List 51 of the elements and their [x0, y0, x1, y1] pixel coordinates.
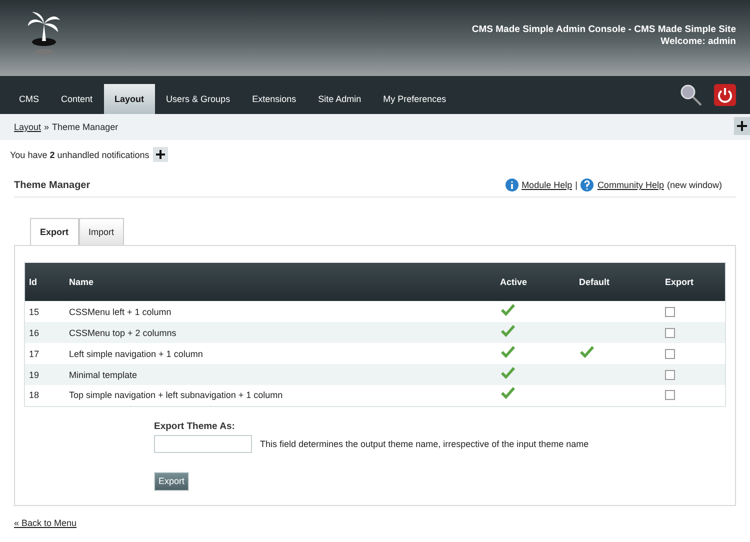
breadcrumb-separator: »	[44, 122, 50, 132]
console-title: CMS Made Simple Admin Console - CMS Made Simple Site	[472, 24, 736, 34]
nav-tab[interactable]: Extensions	[241, 84, 308, 114]
tab[interactable]: Import	[78, 218, 124, 245]
notifications-text: You have 2 unhandled notifications	[10, 150, 150, 160]
column-header: Default	[575, 262, 661, 301]
input-field[interactable]	[154, 434, 252, 452]
nav-tab[interactable]: My Preferences	[372, 84, 458, 114]
page-title: Theme Manager	[14, 180, 90, 190]
help-separator: |	[575, 180, 578, 190]
new-window-note: (new window)	[666, 180, 722, 190]
table-cell: 19	[24, 364, 65, 385]
field-label: Export Theme As:	[154, 420, 236, 432]
nav-tab[interactable]: Users & Groups	[155, 84, 242, 114]
table-cell: CSSMenu left + 1 column	[65, 301, 496, 322]
table-cell: 18	[24, 385, 65, 406]
info-icon	[504, 178, 519, 192]
nav-tab[interactable]: CMS	[8, 84, 50, 114]
table-cell: Minimal template	[65, 364, 496, 385]
module-help-link[interactable]: Module Help	[522, 180, 572, 190]
table-cell: 17	[24, 343, 65, 364]
nav-tab[interactable]: Content	[50, 84, 104, 114]
export-button[interactable]: Export	[154, 472, 189, 490]
nav-tab[interactable]: Site Admin	[307, 84, 372, 114]
welcome-text: Welcome: admin	[660, 36, 736, 46]
export-checkbox[interactable]	[665, 348, 675, 358]
search-icon[interactable]	[680, 84, 702, 106]
table-cell: 15	[24, 301, 65, 322]
back-link[interactable]: « Back to Menu	[14, 518, 77, 528]
power-icon[interactable]	[714, 84, 736, 106]
help-icon	[580, 178, 594, 192]
column-header: Active	[496, 262, 575, 301]
table-cell: Left simple navigation + 1 column	[65, 343, 496, 364]
column-header: Id	[24, 262, 65, 301]
column-header: Name	[65, 262, 496, 301]
plus-icon[interactable]	[734, 117, 750, 135]
community-help-link[interactable]: Community Help	[597, 180, 664, 190]
column-header: Export	[661, 262, 726, 301]
breadcrumb-link[interactable]: Layout	[14, 122, 42, 132]
breadcrumb-current: Theme Manager	[52, 122, 118, 132]
export-checkbox[interactable]	[665, 390, 675, 400]
plus-icon[interactable]	[153, 147, 168, 162]
tab[interactable]: Export	[30, 218, 79, 245]
export-checkbox[interactable]	[665, 306, 675, 316]
table-cell: 16	[24, 322, 65, 343]
field-hint: This field determines the output theme name, irrespective of the input theme name	[260, 438, 589, 448]
table-cell: CSSMenu top + 2 columns	[65, 322, 496, 343]
export-checkbox[interactable]	[665, 370, 675, 380]
table-cell: Top simple navigation + left subnavigation + 1 column	[65, 385, 496, 406]
export-checkbox[interactable]	[665, 328, 675, 338]
nav-tab[interactable]: Layout	[104, 84, 156, 114]
